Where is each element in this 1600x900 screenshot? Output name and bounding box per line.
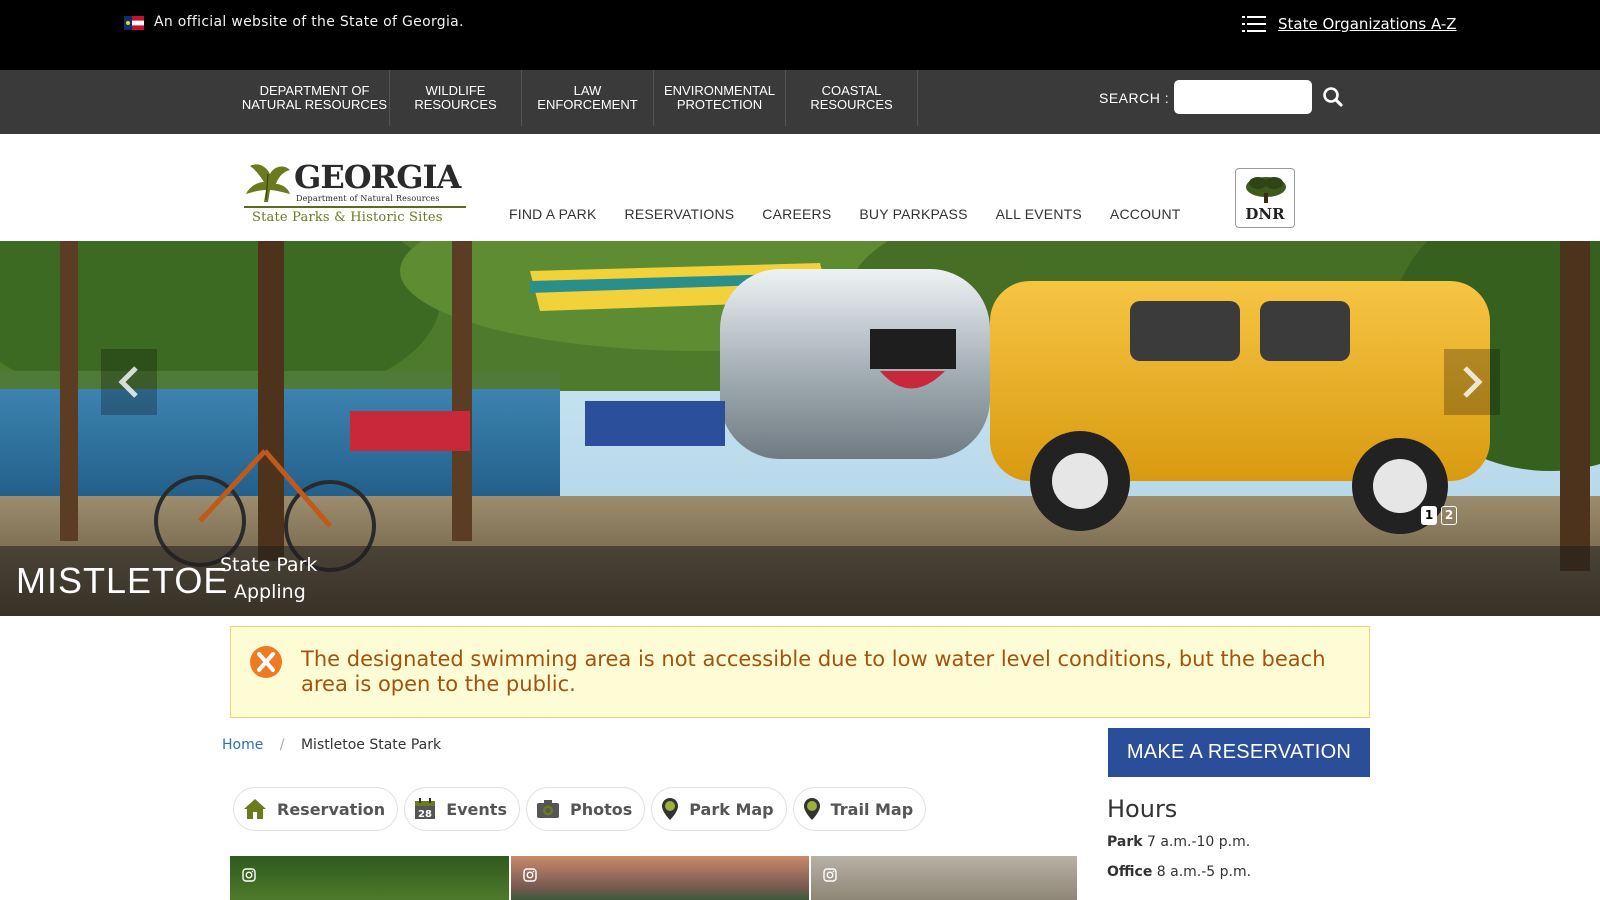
- dnr-text: DNR: [1245, 205, 1285, 223]
- instagram-icon: [242, 868, 256, 882]
- hours-value: 7 a.m.-10 p.m.: [1147, 834, 1251, 850]
- logo-tagline: State Parks & Historic Sites: [252, 210, 443, 225]
- hours-label: Park: [1107, 834, 1143, 850]
- reservation-link[interactable]: Reservation: [233, 787, 399, 831]
- quick-link-label: Reservation: [277, 799, 386, 819]
- park-type: State Park: [220, 554, 318, 576]
- agency-nav-line: COASTAL: [821, 83, 882, 98]
- agency-nav-line: NATURAL RESOURCES: [241, 97, 388, 112]
- nav-buy-parkpass[interactable]: BUY PARKPASS: [859, 206, 967, 222]
- hours-row-office: Office 8 a.m.-5 p.m.: [1107, 864, 1251, 880]
- quick-link-label: Park Map: [689, 799, 774, 819]
- map-pin-icon: [803, 798, 820, 820]
- make-reservation-button[interactable]: MAKE A RESERVATION: [1108, 728, 1370, 777]
- park-name: MISTLETOE: [16, 560, 229, 601]
- agency-nav-line: ENVIRONMENTAL: [664, 83, 775, 98]
- logo-subtitle: Department of Natural Resources: [296, 194, 440, 203]
- agency-nav-coastal[interactable]: COASTAL RESOURCES: [786, 70, 918, 126]
- nav-all-events[interactable]: ALL EVENTS: [996, 206, 1082, 222]
- agency-nav-line: WILDLIFE: [425, 83, 486, 98]
- agency-nav-line: DEPARTMENT OF: [259, 83, 370, 98]
- park-quick-links: Reservation 28 Events Photos Park Map Tr…: [233, 787, 927, 831]
- nav-account[interactable]: ACCOUNT: [1110, 206, 1181, 222]
- state-organizations-link[interactable]: State Organizations A-Z: [1278, 15, 1457, 33]
- quick-link-label: Trail Map: [830, 799, 914, 819]
- official-site-bar: An official website of the State of Geor…: [0, 0, 1600, 70]
- park-map-link[interactable]: Park Map: [651, 787, 787, 831]
- state-parks-logo[interactable]: GEORGIA Department of Natural Resources …: [244, 158, 466, 230]
- agency-nav-wildlife[interactable]: WILDLIFE RESOURCES: [390, 70, 522, 126]
- hours-value: 8 a.m.-5 p.m.: [1156, 864, 1252, 880]
- carousel-next-button[interactable]: [1444, 349, 1500, 415]
- leaf-icon: [246, 164, 290, 202]
- carousel-prev-button[interactable]: [101, 349, 157, 415]
- site-header: GEORGIA Department of Natural Resources …: [0, 134, 1600, 241]
- agency-nav-line: LAW: [573, 83, 602, 98]
- hero-carousel: MISTLETOE State Park Appling 1 2: [0, 241, 1600, 616]
- instagram-photo[interactable]: [511, 856, 809, 900]
- agency-nav-line: PROTECTION: [676, 97, 763, 112]
- nav-careers[interactable]: CAREERS: [762, 206, 831, 222]
- hours-heading: Hours: [1107, 795, 1178, 823]
- hours-label: Office: [1107, 864, 1153, 880]
- list-icon[interactable]: [1242, 15, 1266, 33]
- calendar-icon: 28: [415, 798, 436, 820]
- agency-nav-environmental[interactable]: ENVIRONMENTAL PROTECTION: [654, 70, 786, 126]
- instagram-photo[interactable]: [230, 856, 509, 900]
- camera-icon: [536, 800, 559, 818]
- agency-nav-line: ENFORCEMENT: [537, 97, 638, 112]
- quick-link-label: Photos: [569, 799, 633, 819]
- photos-link[interactable]: Photos: [525, 787, 646, 831]
- carousel-page-1[interactable]: 1: [1421, 506, 1437, 525]
- chevron-right-icon: [1463, 366, 1483, 398]
- main-nav: FIND A PARK RESERVATIONS CAREERS BUY PAR…: [509, 206, 1209, 222]
- agency-nav-dnr[interactable]: DEPARTMENT OF NATURAL RESOURCES: [240, 70, 390, 126]
- nav-find-a-park[interactable]: FIND A PARK: [509, 206, 597, 222]
- logo-title: GEORGIA: [294, 158, 461, 196]
- breadcrumb-home[interactable]: Home: [222, 737, 263, 753]
- trail-map-link[interactable]: Trail Map: [792, 787, 927, 831]
- nav-reservations[interactable]: RESERVATIONS: [625, 206, 735, 222]
- hero-caption: MISTLETOE State Park Appling: [0, 546, 1600, 616]
- park-alert: The designated swimming area is not acce…: [230, 626, 1370, 718]
- search-input[interactable]: [1174, 80, 1312, 114]
- agency-nav-line: RESOURCES: [810, 97, 893, 112]
- park-county: Appling: [234, 581, 306, 603]
- search-label: SEARCH :: [1099, 90, 1170, 106]
- home-icon: [244, 799, 266, 819]
- official-site-text: An official website of the State of Geor…: [154, 14, 464, 30]
- events-link[interactable]: 28 Events: [404, 787, 520, 831]
- agency-nav-law[interactable]: LAW ENFORCEMENT: [522, 70, 654, 126]
- agency-nav: DEPARTMENT OF NATURAL RESOURCES WILDLIFE R…: [0, 70, 1600, 134]
- instagram-icon: [823, 868, 837, 882]
- chevron-left-icon: [118, 366, 138, 398]
- instagram-icon: [523, 868, 537, 882]
- georgia-flag-icon: [124, 16, 144, 30]
- calendar-day: 28: [418, 809, 432, 820]
- quick-link-label: Events: [446, 799, 507, 819]
- carousel-page-2[interactable]: 2: [1441, 506, 1457, 525]
- dnr-logo[interactable]: DNR: [1235, 168, 1295, 228]
- breadcrumb-current: Mistletoe State Park: [300, 737, 442, 753]
- instagram-photo[interactable]: [811, 856, 1077, 900]
- search-icon[interactable]: [1320, 84, 1346, 110]
- breadcrumb-separator: /: [279, 737, 285, 753]
- breadcrumb: Home / Mistletoe State Park: [222, 737, 441, 753]
- agency-nav-line: RESOURCES: [414, 97, 497, 112]
- hours-row-park: Park 7 a.m.-10 p.m.: [1107, 834, 1250, 850]
- map-pin-icon: [662, 798, 679, 820]
- alert-message: The designated swimming area is not acce…: [301, 647, 1326, 696]
- logo-divider: [244, 206, 466, 208]
- closed-alert-icon: [250, 646, 282, 678]
